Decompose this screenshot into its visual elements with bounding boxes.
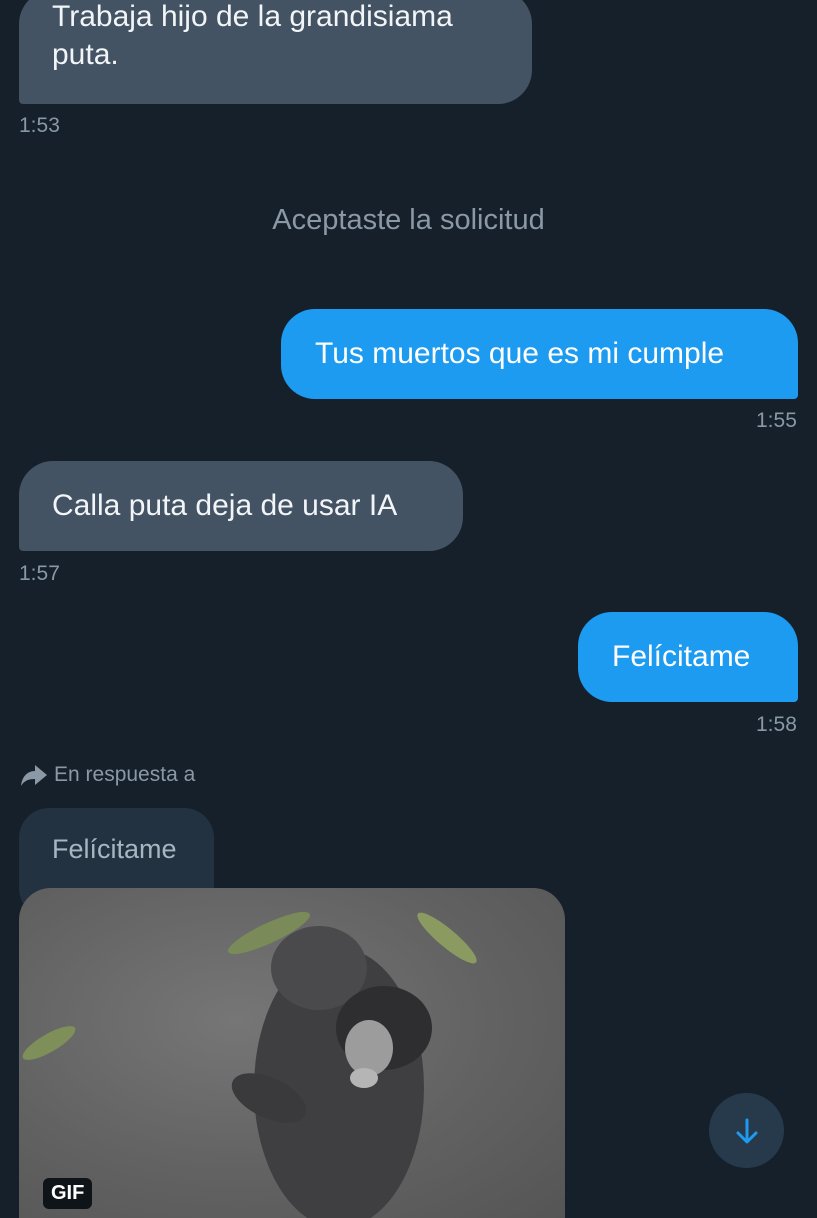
gif-media[interactable]: GIF bbox=[19, 888, 565, 1218]
arrow-down-icon bbox=[736, 1118, 757, 1143]
outgoing-message-bubble[interactable]: Felícitame bbox=[578, 612, 798, 702]
incoming-message-bubble[interactable]: Calla puta deja de usar IA bbox=[19, 461, 463, 551]
reply-arrow-icon bbox=[21, 765, 47, 786]
message-text: Felícitame bbox=[612, 640, 751, 673]
gif-badge: GIF bbox=[43, 1178, 93, 1209]
reply-context-label: En respuesta a bbox=[54, 763, 196, 786]
message-timestamp: 1:57 bbox=[19, 562, 60, 585]
incoming-message-bubble[interactable]: Trabaja hijo de la grandisiama puta. bbox=[19, 0, 532, 104]
reply-context: En respuesta a bbox=[20, 762, 195, 788]
system-notice: Aceptaste la solicitud bbox=[272, 204, 545, 236]
message-text: Tus muertos que es mi cumple bbox=[315, 337, 725, 370]
message-text: Trabaja hijo de la grandisiama puta. bbox=[52, 0, 453, 71]
message-timestamp: 1:55 bbox=[756, 409, 797, 432]
gif-image bbox=[22, 911, 477, 1218]
scroll-to-bottom-button[interactable] bbox=[709, 1093, 784, 1168]
quoted-message-text: Felícitame bbox=[52, 834, 177, 864]
message-timestamp: 1:53 bbox=[19, 114, 60, 137]
message-text: Calla puta deja de usar IA bbox=[52, 489, 398, 522]
outgoing-message-bubble[interactable]: Tus muertos que es mi cumple bbox=[281, 309, 798, 399]
message-timestamp: 1:58 bbox=[756, 713, 797, 736]
